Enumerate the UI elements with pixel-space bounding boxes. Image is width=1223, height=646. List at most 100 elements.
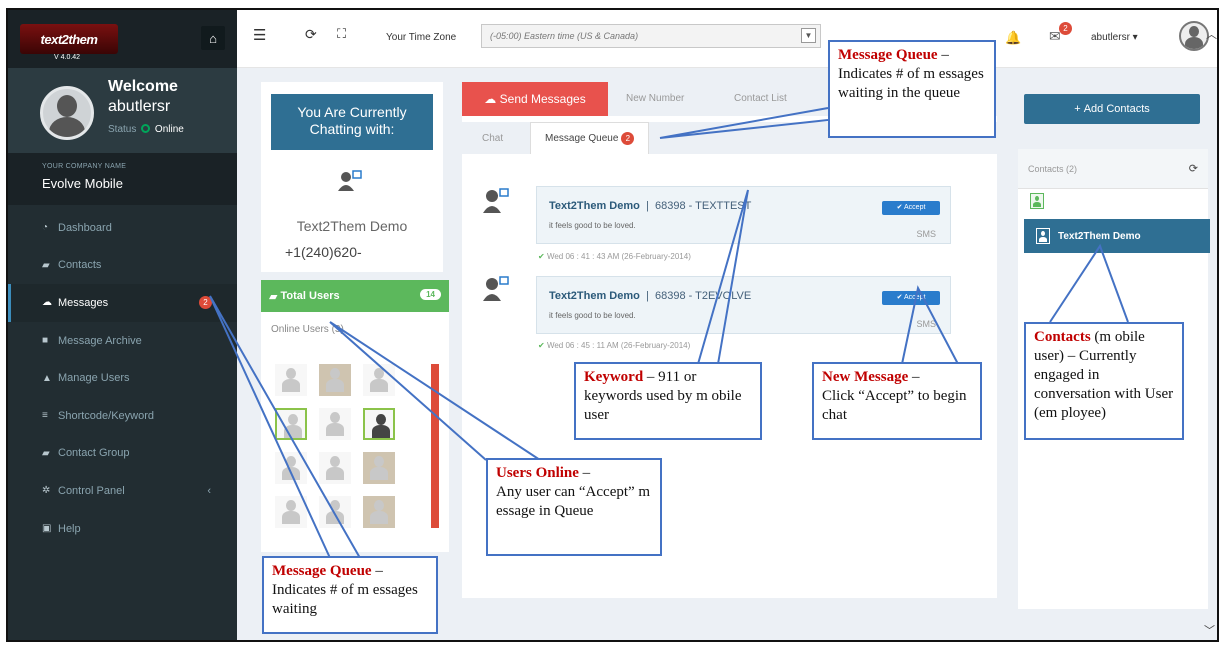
scroll-up-icon[interactable]: ︿ xyxy=(1206,26,1217,42)
sidebar-item-label: Dashboard xyxy=(58,221,112,234)
sidebar-item-label: Manage Users xyxy=(58,372,130,385)
contacts-header: Contacts (2) ⟳ xyxy=(1018,149,1208,189)
tab-message-queue[interactable]: Message Queue 2 xyxy=(530,122,650,154)
gear-icon: ✲ xyxy=(42,485,51,497)
sidebar-item-label: Contacts xyxy=(58,259,102,272)
message-sender: Text2Them Demo xyxy=(549,290,640,302)
sidebar-item-messages[interactable]: ☁ Messages 2 xyxy=(8,284,237,322)
version-label: V 4.0.42 xyxy=(54,54,81,61)
tab-message-queue-label: Message Queue xyxy=(545,133,619,144)
bell-icon[interactable]: 🔔 xyxy=(1005,30,1021,46)
welcome-text: Welcome xyxy=(108,78,178,95)
accept-label: Accept xyxy=(904,204,926,211)
contact-person-icon xyxy=(483,188,509,213)
scroll-indicator xyxy=(431,364,439,528)
message-body: it feels good to be loved. xyxy=(549,311,636,320)
send-messages-button[interactable]: ☁ Send Messages xyxy=(462,82,608,116)
chatting-with-panel: You Are Currently Chatting with: Text2Th… xyxy=(261,82,443,272)
accept-button[interactable]: ✔ Accept xyxy=(882,291,940,305)
sidebar-item-manage-users[interactable]: ▲ Manage Users xyxy=(8,359,237,397)
avatar[interactable] xyxy=(1179,21,1209,51)
callout-message-queue-bottom: Message Queue – Indicates # of m essages… xyxy=(262,556,438,634)
scroll-down-icon[interactable]: ﹀ xyxy=(1204,622,1215,638)
tab-chat[interactable]: Chat xyxy=(482,122,503,154)
help-icon: ▣ xyxy=(42,523,52,535)
user-avatar[interactable] xyxy=(319,364,351,396)
sidebar-item-control-panel[interactable]: ✲ Control Panel ‹ xyxy=(8,472,237,510)
user-avatar[interactable] xyxy=(319,452,351,484)
callout-body: Indicates # of m essages waiting xyxy=(272,582,418,617)
sidebar-item-label: Help xyxy=(58,522,81,535)
message-item[interactable]: Text2Them Demo | 68398 - TEXTTEST it fee… xyxy=(536,186,951,244)
user-avatar[interactable] xyxy=(363,496,395,528)
user-avatar[interactable] xyxy=(363,364,395,396)
chatting-with-name: Text2Them Demo xyxy=(296,218,408,234)
callout-title: Message Queue xyxy=(272,563,372,579)
chatting-with-phone: +1(240)620- xyxy=(285,244,362,260)
timezone-value: (-05:00) Eastern time (US & Canada) xyxy=(490,31,639,41)
sidebar-item-contact-group[interactable]: ▰ Contact Group xyxy=(8,435,237,473)
sidebar-menu: ◔ Dashboard ▰ Contacts ☁ Messages 2 ■ Message… xyxy=(8,209,237,547)
message-item[interactable]: Text2Them Demo | 68398 - T2EVOLVE it fee… xyxy=(536,276,951,334)
company-name: Evolve Mobile xyxy=(42,176,123,191)
contact-person-icon xyxy=(338,170,362,191)
sidebar-item-label: Shortcode/Keyword xyxy=(58,409,154,422)
user-avatar-online[interactable] xyxy=(275,408,307,440)
message-time: ✔ Wed 06 : 41 : 43 AM (26-February-2014) xyxy=(538,252,691,261)
message-title: Text2Them Demo | 68398 - T2EVOLVE xyxy=(549,290,752,302)
contact-person-icon xyxy=(483,276,509,301)
callout-new-message: New Message – Click “Accept” to begin ch… xyxy=(812,362,982,440)
contact-card-icon xyxy=(1036,228,1050,244)
total-users-title: Total Users xyxy=(280,290,340,302)
user-avatar[interactable] xyxy=(275,496,307,528)
callout-users-online: Users Online – Any user can “Accept” m e… xyxy=(486,458,662,556)
book-icon: ▰ xyxy=(42,447,50,459)
fullscreen-icon[interactable]: ⛶ xyxy=(337,26,346,42)
home-icon[interactable]: ⌂ xyxy=(201,26,225,50)
sidebar-item-message-archive[interactable]: ■ Message Archive xyxy=(8,322,237,360)
user-menu[interactable]: abutlersr ▾ xyxy=(1091,32,1138,43)
timezone-select[interactable]: (-05:00) Eastern time (US & Canada) ▼ xyxy=(481,24,821,48)
brand-logo[interactable]: text2them xyxy=(20,24,118,54)
company-label: YOUR COMPANY NAME xyxy=(42,163,127,170)
sidebar-item-contacts[interactable]: ▰ Contacts xyxy=(8,247,237,285)
accept-label: Accept xyxy=(904,294,926,301)
message-type: SMS xyxy=(916,319,936,329)
user-avatar[interactable] xyxy=(275,364,307,396)
chevron-down-icon[interactable]: ▼ xyxy=(801,28,816,43)
user-avatar[interactable] xyxy=(275,452,307,484)
user-avatar[interactable] xyxy=(363,452,395,484)
user-avatar[interactable] xyxy=(319,496,351,528)
user-panel: Welcome abutlersr Status Online xyxy=(8,68,237,153)
check-icon: ✔ xyxy=(538,252,545,261)
sidebar-item-shortcode[interactable]: ≡ Shortcode/Keyword xyxy=(8,397,237,435)
company-block: YOUR COMPANY NAME Evolve Mobile xyxy=(8,153,237,205)
contact-card-icon[interactable] xyxy=(1030,193,1044,209)
topbar: ☰ ⟳ ⛶ Your Time Zone (-05:00) Eastern ti… xyxy=(237,10,1217,68)
sidebar-item-label: Control Panel xyxy=(58,484,125,497)
online-dot-icon xyxy=(141,124,151,133)
contact-item-selected[interactable]: Text2Them Demo xyxy=(1024,219,1210,253)
sidebar-item-label: Contact Group xyxy=(58,447,130,460)
sidebar-item-help[interactable]: ▣ Help xyxy=(8,510,237,548)
user-avatar[interactable] xyxy=(319,408,351,440)
chatting-with-header: You Are Currently Chatting with: xyxy=(271,94,433,150)
timezone-label: Your Time Zone xyxy=(386,32,457,43)
accept-button[interactable]: ✔ Accept xyxy=(882,201,940,215)
total-users-panel: ▰ Total Users 14 Online Users (3) xyxy=(261,280,449,552)
message-time: ✔ Wed 06 : 45 : 11 AM (26-February-2014) xyxy=(538,341,690,350)
sidebar-item-dashboard[interactable]: ◔ Dashboard xyxy=(8,209,237,247)
callout-title: New Message xyxy=(822,369,909,385)
sidebar: text2them V 4.0.42 ⌂ Welcome abutlersr S… xyxy=(8,10,237,640)
callout-body: Click “Accept” to begin chat xyxy=(822,388,967,423)
avatar xyxy=(40,86,94,140)
refresh-icon[interactable]: ⟳ xyxy=(305,26,317,43)
chevron-left-icon: ‹ xyxy=(207,484,211,497)
hamburger-icon[interactable]: ☰ xyxy=(253,26,266,44)
tab-new-number[interactable]: New Number xyxy=(626,93,684,104)
add-contacts-button[interactable]: + Add Contacts xyxy=(1024,94,1200,124)
user-avatar-online[interactable] xyxy=(363,408,395,440)
refresh-icon[interactable]: ⟳ xyxy=(1189,162,1198,175)
notification-icon[interactable]: ✉ 2 xyxy=(1049,22,1072,45)
tab-contact-list[interactable]: Contact List xyxy=(734,93,787,104)
